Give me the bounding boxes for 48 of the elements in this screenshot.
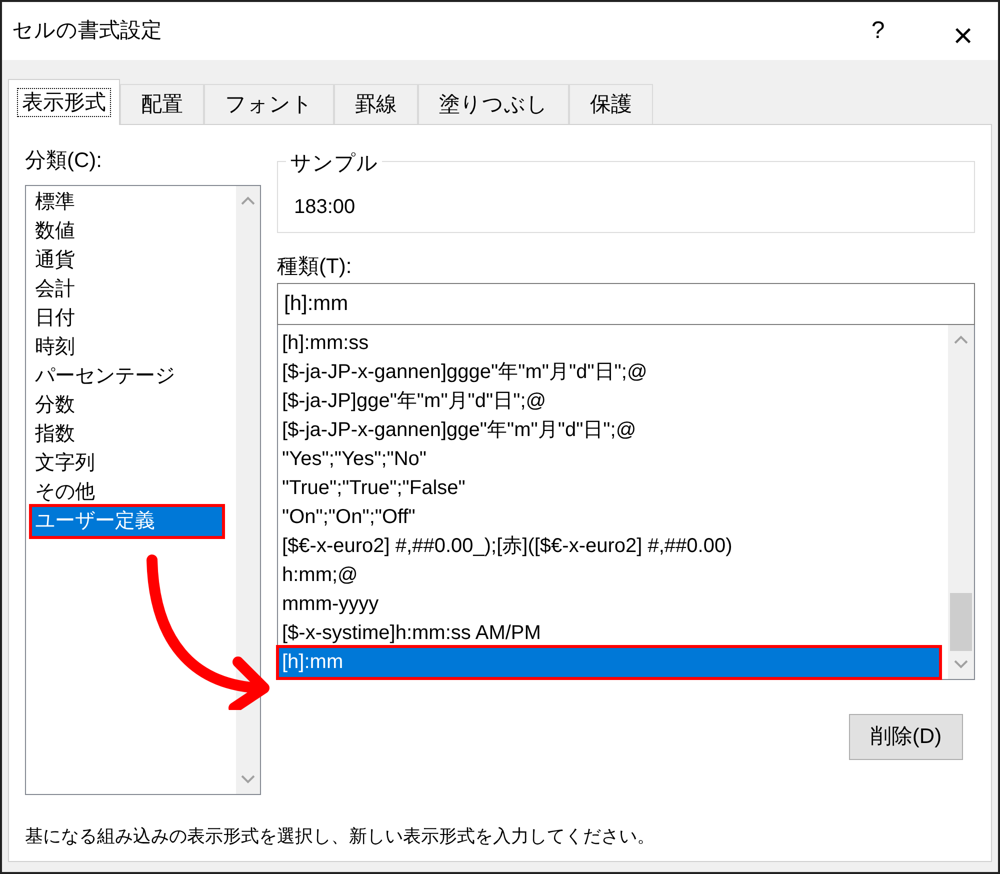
list-item[interactable]: "Yes";"Yes";"No" <box>279 445 430 474</box>
list-item[interactable]: [h]:mm:ss <box>279 329 372 358</box>
list-item[interactable]: 指数 <box>32 420 222 449</box>
list-item[interactable]: 数値 <box>32 217 222 246</box>
list-item[interactable]: 時刻 <box>32 333 222 362</box>
tab[interactable]: 罫線 <box>334 84 418 124</box>
list-item[interactable]: [$€-x-euro2] #,##0.00_);[赤]([$€-x-euro2] #,##0.00) <box>279 532 736 561</box>
list-item[interactable]: [h]:mm <box>279 648 939 677</box>
category-label: 分類(C): <box>25 148 103 174</box>
tab[interactable]: 保護 <box>569 84 653 124</box>
list-item[interactable]: [$-x-systime]h:mm:ss AM/PM <box>279 619 544 648</box>
sample-value: 183:00 <box>294 195 356 220</box>
list-item[interactable]: "True";"True";"False" <box>279 474 468 503</box>
list-item[interactable]: [$-ja-JP]gge"年"m"月"d"日";@ <box>279 387 550 416</box>
list-item[interactable]: 会計 <box>32 275 222 304</box>
list-item[interactable]: 通貨 <box>32 246 222 275</box>
scroll-down-icon[interactable] <box>953 659 969 669</box>
list-item[interactable]: その他 <box>32 478 222 507</box>
list-item[interactable]: 分数 <box>32 391 222 420</box>
window-title: セルの書式設定 <box>12 18 162 44</box>
category-list[interactable]: 標準 数値 通貨 会計 日付 時刻 パーセンテージ 分数 指数 文字列 その他 ユーザー定義 <box>25 185 261 795</box>
list-item[interactable]: 日付 <box>32 304 222 333</box>
list-item[interactable]: [$-ja-JP-x-gannen]ggge"年"m"月"d"日";@ <box>279 358 650 387</box>
scroll-down-icon[interactable] <box>240 774 256 784</box>
list-item[interactable]: h:mm;@ <box>279 561 361 590</box>
list-item[interactable]: ユーザー定義 <box>32 507 222 536</box>
delete-button[interactable]: 削除(D) <box>849 714 963 760</box>
tab[interactable]: フォント <box>204 84 334 124</box>
tab[interactable]: 配置 <box>120 84 204 124</box>
list-item[interactable]: 文字列 <box>32 449 222 478</box>
list-item[interactable]: 標準 <box>32 188 222 217</box>
scroll-thumb[interactable] <box>950 593 972 651</box>
list-item[interactable]: mmm-yyyy <box>279 590 382 619</box>
type-label: 種類(T): <box>277 254 353 280</box>
tab[interactable]: 塗りつぶし <box>418 84 569 124</box>
tab[interactable]: 表示形式 <box>8 79 120 125</box>
list-item[interactable]: パーセンテージ <box>32 362 222 391</box>
type-list[interactable] <box>277 325 975 680</box>
scroll-up-icon[interactable] <box>953 335 969 345</box>
help-button[interactable]: ? <box>858 11 898 51</box>
hint-text: 基になる組み込みの表示形式を選択し、新しい表示形式を入力してください。 <box>25 825 656 848</box>
list-item[interactable]: [$-ja-JP-x-gannen]gge"年"m"月"d"日";@ <box>279 416 640 445</box>
scrollbar[interactable] <box>948 325 974 679</box>
type-field[interactable]: [h]:mm <box>277 283 975 325</box>
scroll-up-icon[interactable] <box>240 196 256 206</box>
scrollbar[interactable] <box>236 186 260 794</box>
close-button[interactable]: × <box>938 11 988 51</box>
list-item[interactable]: "On";"On";"Off" <box>279 503 418 532</box>
